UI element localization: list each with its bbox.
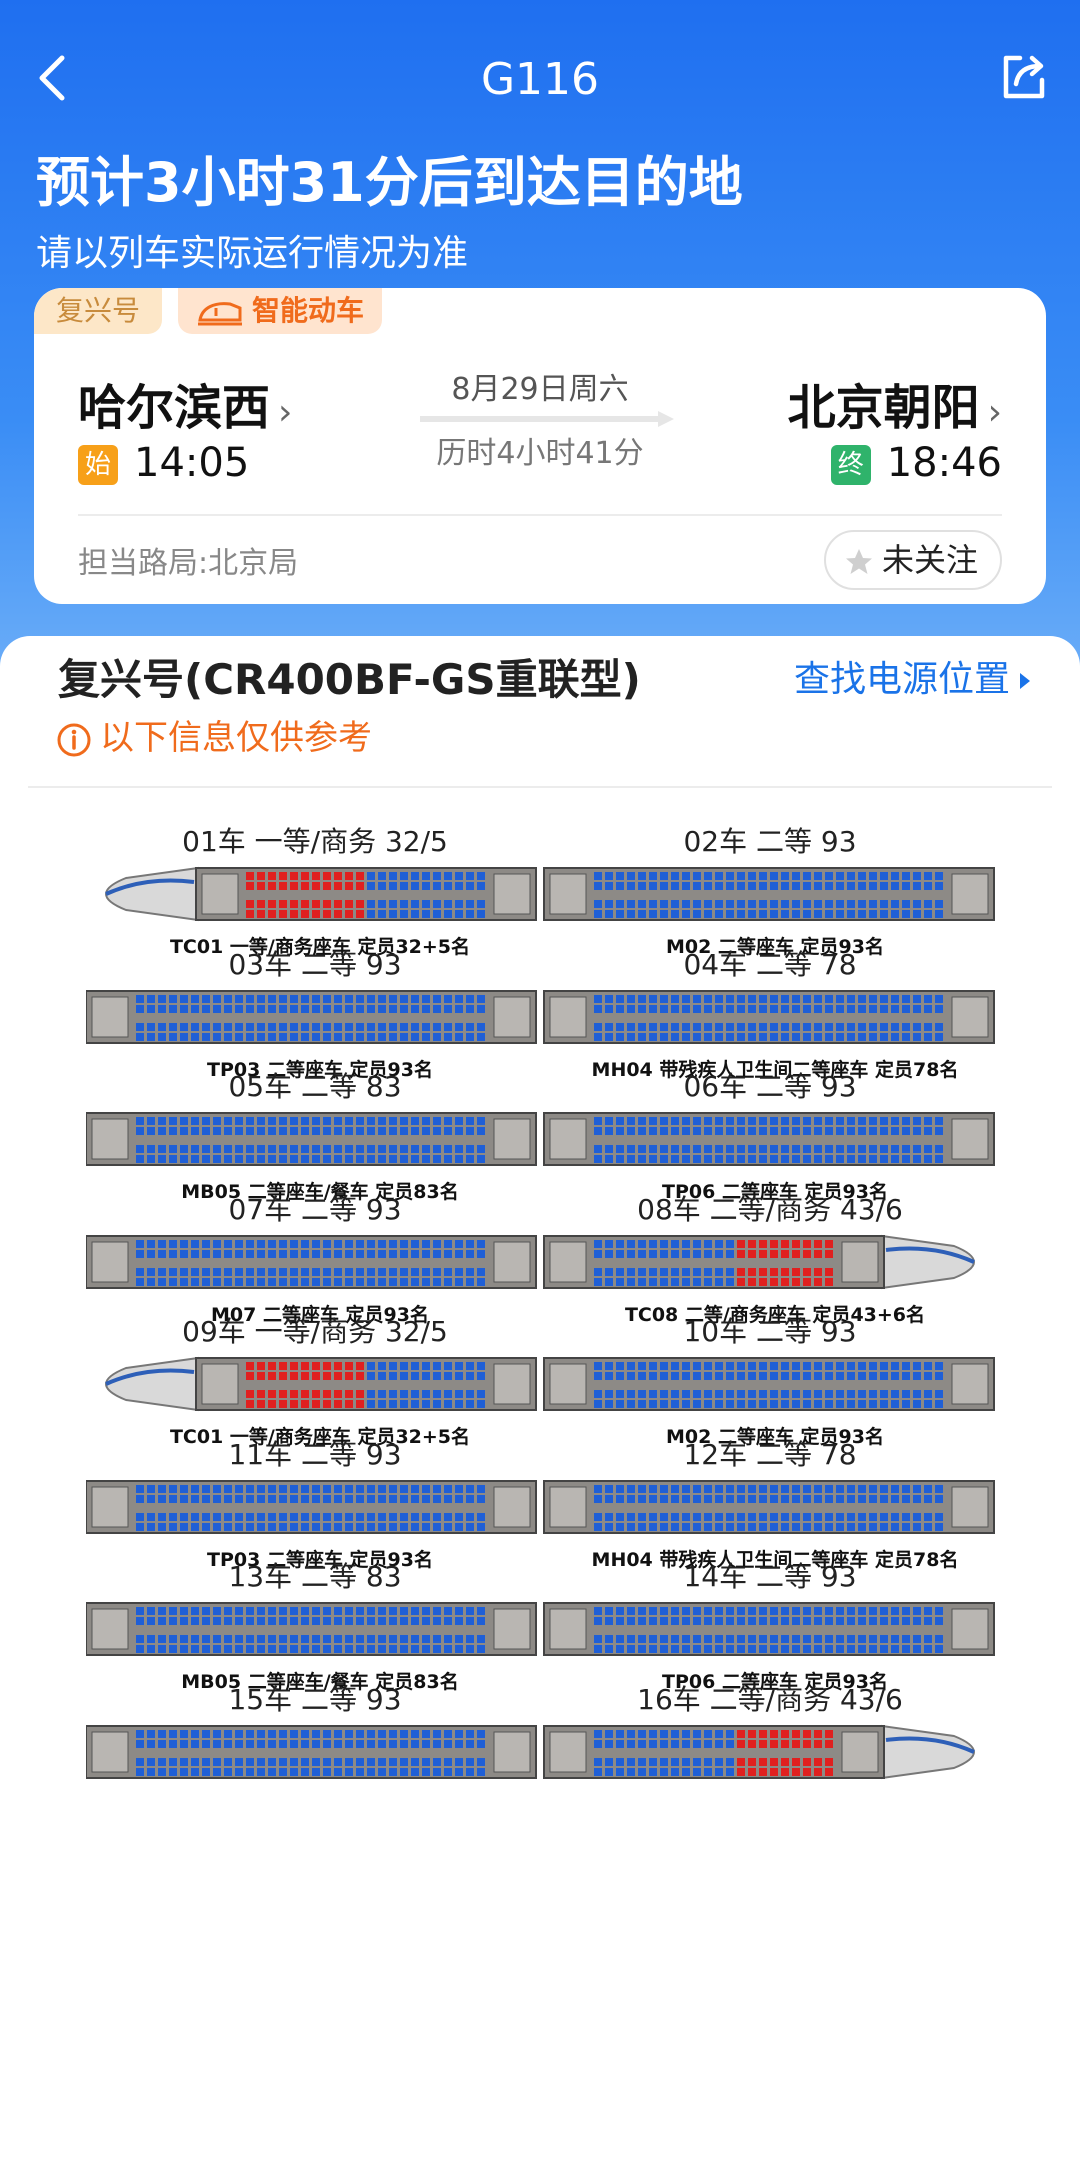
arrow-icon	[420, 411, 674, 427]
train-car-diagram	[86, 1602, 995, 1656]
top-bar: G116	[0, 40, 1080, 120]
car-label: 06车 二等 93	[683, 1070, 857, 1103]
car-label: 02车 二等 93	[683, 825, 857, 858]
star-icon	[845, 549, 872, 574]
warning-text: 以下信息仅供参考	[100, 718, 372, 758]
car-label: 08车 二等/商务 43/6	[637, 1192, 903, 1226]
train-icon	[198, 302, 242, 326]
car-label: 09车 一等/商务 32/5	[182, 1315, 448, 1348]
power-location-label: 查找电源位置	[793, 659, 1010, 700]
caret-right-icon	[1020, 673, 1030, 689]
train-car-diagram	[86, 1234, 975, 1289]
eta-note: 请以列车实际运行情况为准	[36, 233, 469, 274]
train-car-diagram	[86, 1724, 975, 1779]
follow-button[interactable]: 未关注	[823, 530, 1002, 590]
car-label: 03车 二等 93	[228, 947, 402, 981]
car-label: 07车 二等 93	[228, 1192, 402, 1226]
smart-train-tag: 智能动车	[178, 288, 383, 334]
train-car-diagram	[105, 866, 995, 922]
train-model: 复兴号(CR400BF-GS重联型)	[58, 655, 641, 704]
train-number-title: G116	[480, 54, 600, 105]
train-car-diagram	[86, 1479, 995, 1534]
bureau-info: 担当路局:北京局	[78, 546, 299, 581]
info-icon	[57, 723, 91, 756]
train-car-diagram	[86, 989, 995, 1044]
train-car-diagram	[105, 1356, 995, 1412]
train-car-diagram	[86, 1112, 995, 1166]
car-label: 16车 二等/商务 43/6	[637, 1682, 903, 1716]
share-button[interactable]	[994, 46, 1054, 106]
travel-duration: 历时4小时41分	[436, 436, 644, 471]
car-label: 15车 二等 93	[228, 1682, 402, 1716]
car-label: 10车 二等 93	[683, 1315, 857, 1348]
car-pair-row: 15车 二等 93 16车 二等/商务 43/6	[0, 1678, 1080, 1828]
car-label: 14车 二等 93	[683, 1560, 857, 1593]
car-label: 01车 一等/商务 32/5	[182, 825, 448, 858]
follow-label: 未关注	[881, 541, 978, 579]
eta-heading: 预计3小时31分后到达目的地	[36, 151, 743, 214]
fuxing-tag: 复兴号	[34, 288, 163, 334]
car-label: 11车 二等 93	[228, 1437, 402, 1471]
car-label: 13车 二等 83	[228, 1560, 402, 1593]
section-divider	[28, 786, 1052, 788]
travel-date: 8月29日周六	[451, 372, 629, 407]
power-location-link[interactable]: 查找电源位置	[794, 650, 1030, 702]
consist-panel: 复兴号(CR400BF-GS重联型) 查找电源位置 以下信息仅供参考 01车 一…	[0, 636, 1080, 2172]
card-divider	[78, 514, 1002, 516]
smart-train-label: 智能动车	[252, 294, 365, 327]
car-label: 12车 二等 78	[683, 1437, 857, 1471]
share-icon	[1003, 55, 1045, 99]
reference-warning: 以下信息仅供参考	[56, 710, 372, 759]
trip-card: 复兴号 智能动车 哈尔滨西 › 北京朝阳 › 始 14:05 终 18:46 8月29日…	[34, 288, 1046, 604]
car-label: 04车 二等 78	[683, 947, 857, 981]
car-label: 05车 二等 83	[228, 1070, 402, 1103]
